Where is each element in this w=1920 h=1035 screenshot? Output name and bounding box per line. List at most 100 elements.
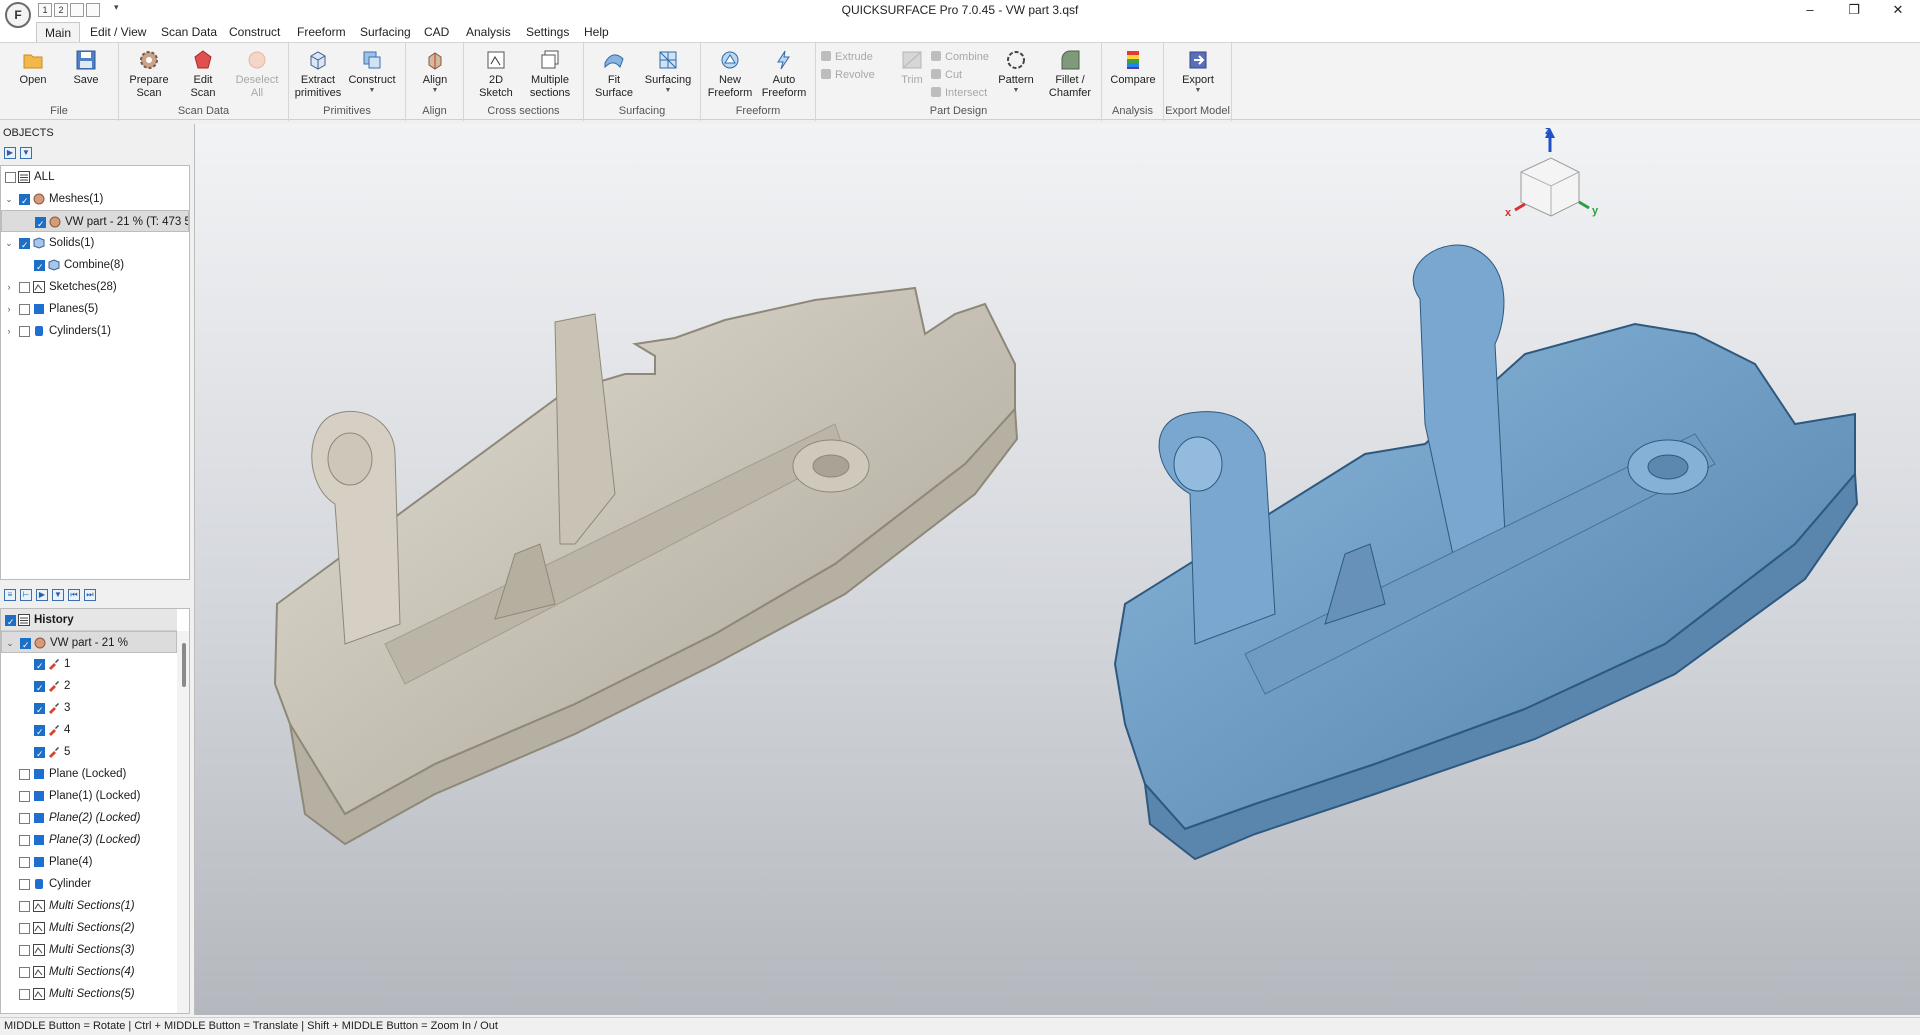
align-button[interactable]: Align ▼ [409,49,461,95]
tab-edit-view[interactable]: Edit / View [82,24,154,40]
go-last-icon[interactable]: ⏭ [84,589,96,601]
prepare-scan-button[interactable]: Prepare Scan [123,49,175,100]
tree-node-cylinders[interactable]: › Cylinders(1) [1,320,189,342]
checkbox-plane-1[interactable] [19,791,30,802]
tree-node-sketches[interactable]: › Sketches(28) [1,276,189,298]
checkbox-multi-sections-5[interactable] [19,989,30,1000]
checkbox-history[interactable] [5,611,16,633]
history-item-vw-part[interactable]: ⌄ VW part - 21 % [1,631,177,653]
history-item-step-4[interactable]: 4 [1,719,189,741]
checkbox-step-2[interactable] [34,677,45,697]
construct-dropdown-icon[interactable]: ▼ [346,87,398,95]
checkbox-vw-part[interactable] [20,634,31,652]
tree-node-meshes[interactable]: ⌄ Meshes(1) [1,188,189,210]
revolve-button[interactable]: Revolve [821,66,875,84]
tree-node-combine[interactable]: Combine(8) [1,254,189,276]
pattern-dropdown-icon[interactable]: ▼ [990,87,1042,95]
history-item-multi-sections-1[interactable]: Multi Sections(1) [1,895,189,917]
history-item-plane-1[interactable]: Plane(1) (Locked) [1,785,189,807]
history-item-cylinder[interactable]: Cylinder [1,873,189,895]
save-button[interactable]: Save [60,49,112,87]
checkbox-solids[interactable] [19,234,30,254]
tab-main[interactable]: Main [36,22,81,44]
expand-icon[interactable]: › [4,276,14,298]
3d-viewport[interactable]: z x y [194,124,1920,1015]
filter-icon[interactable]: ▼ [52,589,64,601]
tab-scan-data[interactable]: Scan Data [153,24,225,40]
checkbox-step-4[interactable] [34,721,45,741]
expand-icon[interactable]: › [4,298,14,320]
tree-node-mesh-item[interactable]: VW part - 21 % (T: 473 54 [1,210,189,232]
intersect-button[interactable]: Intersect [931,84,987,102]
history-item-multi-sections-5[interactable]: Multi Sections(5) [1,983,189,1005]
checkbox-all[interactable] [5,172,16,183]
checkbox-multi-sections-4[interactable] [19,967,30,978]
checkbox-cylinder[interactable] [19,879,30,890]
multiple-sections-button[interactable]: Multiple sections [524,49,576,100]
view-cube-gizmo[interactable]: z x y [1505,125,1599,219]
history-item-plane-4[interactable]: Plane(4) [1,851,189,873]
app-logo-icon[interactable]: F [5,2,31,28]
checkbox-multi-sections-2[interactable] [19,923,30,934]
auto-freeform-button[interactable]: Auto Freeform [758,49,810,100]
checkbox-plane[interactable] [19,769,30,780]
expand-all-icon[interactable]: ▶ [36,589,48,601]
fit-surface-button[interactable]: Fit Surface [588,49,640,100]
export-dropdown-icon[interactable]: ▼ [1172,87,1224,95]
checkbox-combine[interactable] [34,256,45,276]
expand-icon[interactable]: › [4,320,14,342]
tab-construct[interactable]: Construct [221,24,288,40]
checkbox-step-1[interactable] [34,655,45,675]
checkbox-step-5[interactable] [34,743,45,763]
history-item-multi-sections-2[interactable]: Multi Sections(2) [1,917,189,939]
collapse-icon[interactable]: ⌄ [5,632,15,652]
filter-icon[interactable]: ▼ [20,147,32,159]
tab-settings[interactable]: Settings [518,24,577,40]
history-item-plane-2[interactable]: Plane(2) (Locked) [1,807,189,829]
minimize-button[interactable]: – [1788,0,1832,20]
compare-button[interactable]: Compare [1107,49,1159,87]
scan-mesh-model[interactable] [273,286,1019,846]
extrude-button[interactable]: Extrude [821,48,873,66]
list-view-icon[interactable]: ≡ [4,589,16,601]
construct-button[interactable]: Construct ▼ [346,49,398,95]
checkbox-plane-2[interactable] [19,813,30,824]
tree-node-planes[interactable]: › Planes(5) [1,298,189,320]
checkbox-plane-4[interactable] [19,857,30,868]
history-scrollbar[interactable] [177,631,189,1013]
checkbox-mesh-item[interactable] [35,213,46,231]
history-item-plane-3[interactable]: Plane(3) (Locked) [1,829,189,851]
align-dropdown-icon[interactable]: ▼ [409,87,461,95]
history-item-step-2[interactable]: 2 [1,675,189,697]
tab-analysis[interactable]: Analysis [458,24,519,40]
history-item-step-5[interactable]: 5 [1,741,189,763]
history-item-multi-sections-4[interactable]: Multi Sections(4) [1,961,189,983]
history-item-step-1[interactable]: 1 [1,653,189,675]
go-first-icon[interactable]: ⏮ [68,589,80,601]
checkbox-planes[interactable] [19,304,30,315]
cut-button[interactable]: Cut [931,66,962,84]
deselect-all-button[interactable]: Deselect All [231,49,283,100]
2d-sketch-button[interactable]: 2D Sketch [470,49,522,100]
history-item-plane[interactable]: Plane (Locked) [1,763,189,785]
combine-button[interactable]: Combine [931,48,989,66]
pattern-button[interactable]: Pattern ▼ [990,49,1042,95]
tab-freeform[interactable]: Freeform [289,24,354,40]
open-button[interactable]: Open [7,49,59,87]
restore-button[interactable]: ❐ [1832,0,1876,20]
tree-node-solids[interactable]: ⌄ Solids(1) [1,232,189,254]
tree-node-all[interactable]: ALL [1,166,189,188]
collapse-icon[interactable]: ⌄ [4,188,14,210]
tree-view-icon[interactable]: ⊢ [20,589,32,601]
tab-surfacing[interactable]: Surfacing [352,24,419,40]
history-item-step-3[interactable]: 3 [1,697,189,719]
cad-solid-model[interactable] [1113,244,1859,861]
checkbox-meshes[interactable] [19,190,30,210]
checkbox-plane-3[interactable] [19,835,30,846]
tab-help[interactable]: Help [576,24,617,40]
checkbox-multi-sections-1[interactable] [19,901,30,912]
checkbox-cylinders[interactable] [19,326,30,337]
tab-cad[interactable]: CAD [416,24,457,40]
surfacing-dropdown-icon[interactable]: ▼ [642,87,694,95]
checkbox-sketches[interactable] [19,282,30,293]
